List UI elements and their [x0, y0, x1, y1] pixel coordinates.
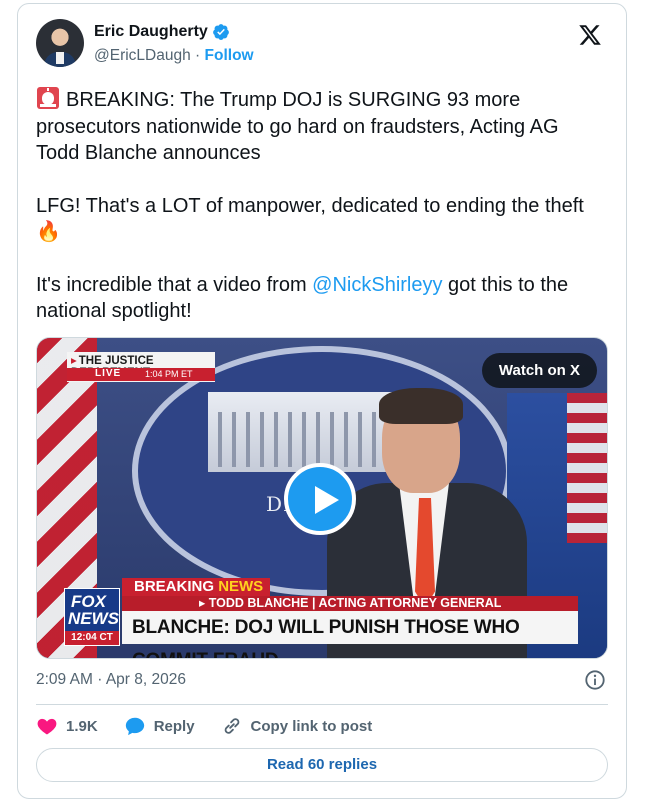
info-icon[interactable]	[584, 669, 606, 691]
follow-button[interactable]: Follow	[205, 47, 254, 64]
fox-logo-line-2: NEWS	[68, 609, 119, 628]
tweet-header: Eric Daugherty @EricLDaugh · Follow	[36, 17, 610, 73]
x-logo-icon[interactable]	[578, 23, 602, 47]
mention-link[interactable]: @NickShirleyy	[312, 274, 442, 296]
fire-emoji-icon: 🔥	[36, 221, 61, 243]
reply-bubble-icon	[125, 717, 144, 736]
tweet-card: Eric Daugherty @EricLDaugh · Follow BREA…	[17, 3, 627, 799]
like-count: 1.9K	[66, 717, 98, 735]
reply-button[interactable]: Reply	[124, 715, 195, 737]
action-bar: 1.9K Reply Copy link to post	[36, 715, 398, 737]
handle-row: @EricLDaugh · Follow	[94, 47, 254, 65]
tweet-text: BREAKING: The Trump DOJ is SURGING 93 mo…	[36, 86, 606, 351]
author-name[interactable]: Eric Daugherty	[94, 23, 208, 41]
fox-news-logo: FOX NEWS 12:04 CT	[64, 588, 120, 646]
tweet-timestamp[interactable]: 2:09 AM · Apr 8, 2026	[36, 671, 186, 689]
read-replies-button[interactable]: Read 60 replies	[36, 748, 608, 782]
tweet-paragraph-3: It's incredible that a video from @NickS…	[36, 272, 606, 325]
play-icon[interactable]	[284, 463, 356, 535]
author-handle[interactable]: @EricLDaugh	[94, 47, 191, 64]
tweet-paragraph-1: BREAKING: The Trump DOJ is SURGING 93 mo…	[36, 86, 606, 167]
live-tag: THE JUSTICE DEPARTMENT LIVE 1:04 PM ET	[67, 352, 215, 382]
timestamp-time: 2:09 AM	[36, 671, 93, 688]
copy-link-button[interactable]: Copy link to post	[221, 715, 373, 737]
tweet-paragraph-2: LFG! That's a LOT of manpower, dedicated…	[36, 193, 606, 246]
timestamp-separator: ·	[97, 671, 103, 688]
verified-badge-icon	[212, 24, 229, 40]
handle-separator: ·	[195, 47, 201, 64]
link-icon	[224, 718, 239, 734]
tweet-line-lfg: LFG! That's a LOT of manpower, dedicated…	[36, 194, 584, 217]
chyron-breaking: BREAKING NEWS	[122, 578, 270, 596]
tweet-line-incredible: It's incredible that a video from	[36, 273, 313, 296]
broadcast-clock: 12:04 CT	[65, 631, 119, 645]
chyron-breaking-word: BREAKING	[134, 578, 215, 595]
heart-icon	[37, 718, 57, 735]
reply-label: Reply	[153, 717, 195, 735]
copy-link-label: Copy link to post	[250, 717, 373, 735]
author-name-row: Eric Daugherty	[94, 23, 230, 41]
chyron-subtitle: ▸ TODD BLANCHE | ACTING ATTORNEY GENERAL	[122, 596, 578, 611]
video-player[interactable]: DEPARTM THE JUSTICE DEPARTMENT LIVE 1:04…	[36, 337, 608, 659]
timestamp-date: Apr 8, 2026	[105, 671, 186, 688]
divider	[36, 704, 608, 705]
tweet-line-breaking: BREAKING: The Trump DOJ is SURGING 93 mo…	[36, 89, 559, 164]
like-button[interactable]: 1.9K	[36, 715, 98, 737]
chyron-news-word: NEWS	[218, 578, 264, 595]
live-time: 1:04 PM ET	[145, 369, 193, 379]
chyron-headline: BLANCHE: DOJ WILL PUNISH THOSE WHO COMMI…	[122, 611, 578, 658]
avatar[interactable]	[36, 19, 84, 67]
siren-emoji-icon	[37, 87, 59, 109]
watch-on-x-button[interactable]: Watch on X	[481, 353, 597, 388]
live-label: LIVE	[95, 368, 122, 379]
